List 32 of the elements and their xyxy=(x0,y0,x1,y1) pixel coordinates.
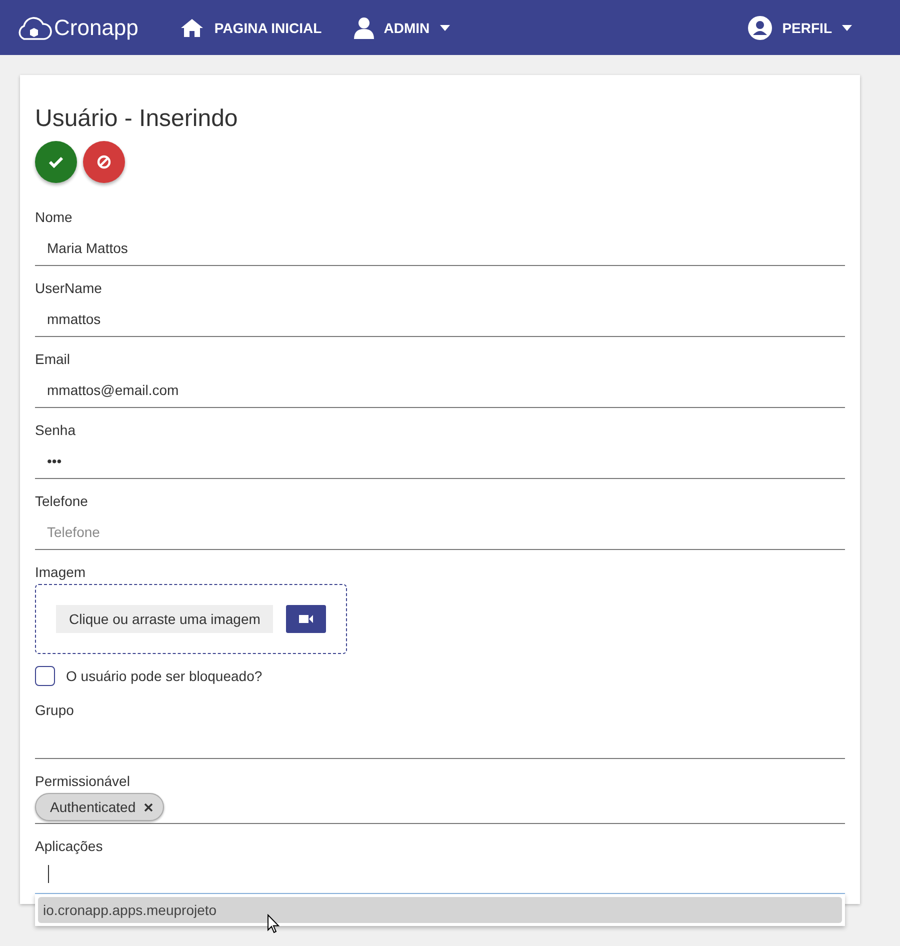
logo-text[interactable]: Cronapp xyxy=(54,14,138,40)
avatar-icon xyxy=(748,16,772,40)
home-icon xyxy=(180,18,204,38)
video-camera-icon xyxy=(299,614,314,624)
nav-link[interactable]: ADMIN xyxy=(354,16,450,38)
field-label: Email xyxy=(35,351,72,367)
upload-button[interactable]: Clique ou arraste uma imagem xyxy=(56,605,274,633)
page-title: Usuário - Inserindo xyxy=(35,105,239,133)
field-label: Permissionável xyxy=(35,773,131,789)
field-label: Telefone xyxy=(35,493,89,509)
cloud-icon xyxy=(16,14,52,40)
cancel-button[interactable] xyxy=(83,141,125,183)
profile-menu[interactable]: PERFIL xyxy=(748,16,852,40)
check-icon xyxy=(49,156,63,168)
field-label: Senha xyxy=(35,422,76,438)
suggestion-item[interactable]: io.cronapp.apps.meuprojeto xyxy=(38,897,842,923)
field-label: Imagem xyxy=(35,564,87,580)
field-label: Grupo xyxy=(35,702,75,718)
field-label: Aplicações xyxy=(35,838,104,854)
camera-button[interactable] xyxy=(286,605,326,633)
image-drop-zone[interactable]: Clique ou arraste uma imagem xyxy=(35,584,347,654)
close-icon[interactable] xyxy=(144,802,153,812)
nav-link[interactable]: PAGINA INICIAL xyxy=(180,18,322,38)
tag-chip[interactable]: Authenticated xyxy=(35,793,164,821)
ban-icon xyxy=(97,155,111,169)
field-label: UserName xyxy=(35,280,103,296)
checkbox-label: O usuário pode ser bloqueado? xyxy=(66,668,262,684)
save-button[interactable] xyxy=(35,141,77,183)
user-icon xyxy=(354,16,374,38)
tag-input-field[interactable]: Authenticated xyxy=(35,789,845,824)
checkbox[interactable] xyxy=(35,666,55,686)
field-label: Nome xyxy=(35,209,74,225)
